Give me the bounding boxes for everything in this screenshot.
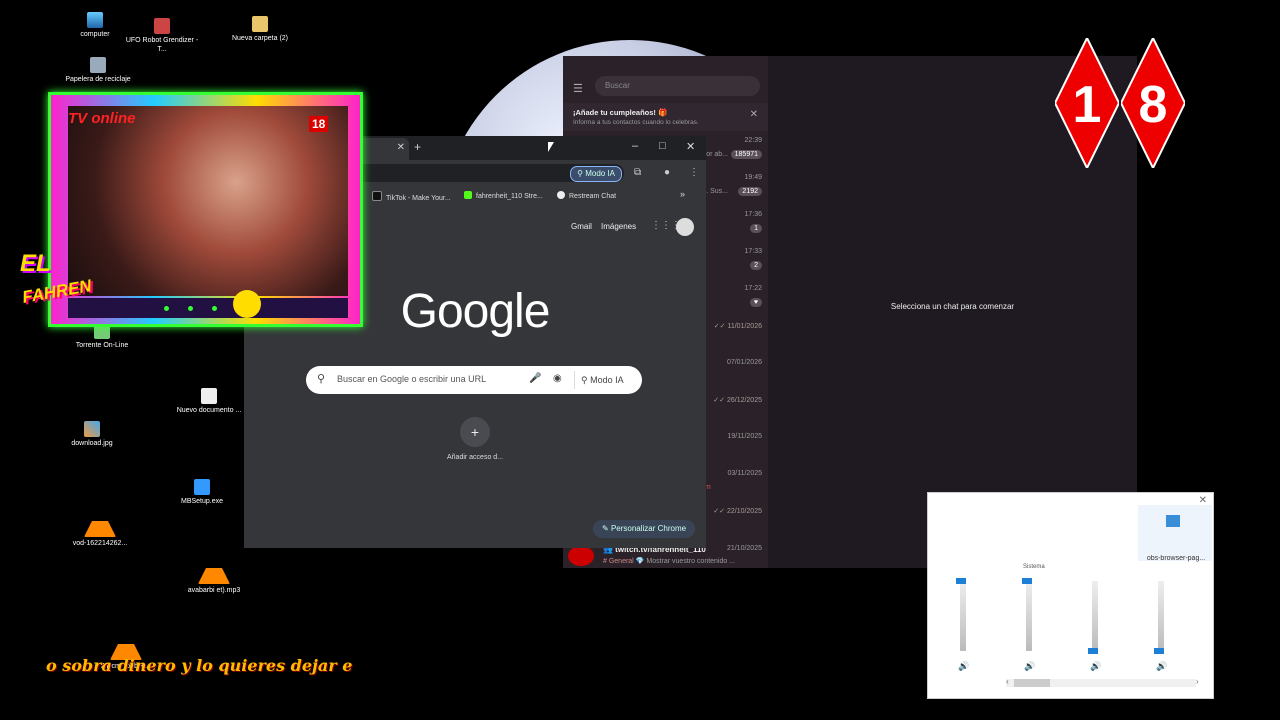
obs-app-icon	[1166, 515, 1180, 527]
search-input[interactable]: Buscar en Google o escribir una URL	[337, 374, 486, 384]
search-icon: ⚲	[317, 373, 326, 385]
close-window-button[interactable]: ✕	[686, 140, 695, 153]
close-tab-icon[interactable]: ✕	[397, 142, 405, 153]
mouse-cursor	[548, 142, 554, 152]
close-icon[interactable]: ✕	[750, 109, 758, 120]
desktop-icon-vod[interactable]: vod-162214262...	[60, 505, 140, 548]
lens-icon[interactable]: ◉	[553, 373, 562, 384]
folder-icon	[252, 16, 268, 32]
add-shortcut-label: Añadir acceso d...	[446, 454, 504, 461]
svg-text:1: 1	[1073, 76, 1102, 134]
volume-slider-thumb[interactable]	[956, 578, 966, 584]
birthday-banner[interactable]: ¡Añade tu cumpleaños! 🎁 Informa a tus co…	[563, 103, 768, 131]
add-shortcut-button[interactable]: +	[460, 417, 490, 447]
speaker-icon[interactable]: 🔊	[958, 661, 969, 672]
computer-icon	[87, 12, 103, 28]
menu-icon[interactable]: ☰	[573, 82, 583, 95]
recycle-bin-icon	[90, 57, 106, 73]
modo-ia-button[interactable]: ⚲ Modo IA	[570, 166, 622, 182]
kick-icon	[464, 191, 472, 199]
volume-mixer-window: ✕ obs-browser-pag... Sistema 🔊 🔊 🔊 🔊 ‹ ›	[927, 492, 1214, 699]
images-link[interactable]: Imágenes	[601, 222, 636, 231]
avatar	[568, 546, 594, 566]
unread-badge: 2192	[738, 187, 762, 196]
maximize-button[interactable]: □	[659, 140, 666, 152]
restream-icon	[557, 191, 565, 199]
pacman-dot	[212, 306, 217, 311]
mixer-app-obs[interactable]: obs-browser-pag...	[1138, 505, 1212, 562]
unread-badge: 1	[750, 224, 762, 233]
account-avatar[interactable]	[676, 218, 694, 236]
speaker-icon[interactable]: 🔊	[1024, 661, 1035, 672]
scrolling-ticker: o sobra dinero y lo quieres dejar e	[46, 656, 353, 675]
desktop-icon-mbsetup[interactable]: MBSetup.exe	[162, 479, 242, 506]
desktop-icon-nuevo-documento[interactable]: Nuevo documento ...	[169, 388, 249, 415]
more-bookmarks-button[interactable]: »	[680, 189, 685, 199]
document-icon	[201, 388, 217, 404]
google-search-box[interactable]: ⚲ Buscar en Google o escribir una URL 🎤 …	[306, 366, 642, 394]
heart-icon: ♥	[749, 298, 762, 307]
profile-avatar-icon[interactable]: ●	[664, 167, 670, 178]
empty-chat-message: Selecciona un chat para comenzar	[890, 302, 1015, 311]
microphone-icon[interactable]: 🎤	[529, 373, 541, 384]
svg-text:8: 8	[1139, 76, 1168, 134]
tiktok-icon	[372, 191, 382, 201]
volume-slider-thumb[interactable]	[1088, 648, 1098, 654]
scroll-right-icon[interactable]: ›	[1196, 677, 1199, 686]
bookmark-tiktok[interactable]: TikTok - Make Your...	[372, 191, 451, 202]
scroll-left-icon[interactable]: ‹	[1006, 677, 1009, 686]
vlc-icon	[84, 505, 116, 537]
scrollbar-thumb[interactable]	[1014, 679, 1050, 687]
speaker-icon[interactable]: 🔊	[1090, 661, 1101, 672]
unread-badge: 2	[750, 261, 762, 270]
volume-slider-thumb[interactable]	[1022, 578, 1032, 584]
volume-channel[interactable]: 🔊	[928, 577, 969, 697]
tv-online-text: TV online	[68, 110, 136, 127]
extensions-icon[interactable]: ⧉	[634, 167, 641, 178]
pacman-dot	[164, 306, 169, 311]
desktop-icon-papelera[interactable]: Papelera de reciclaje	[58, 57, 138, 84]
pacman-icon	[233, 290, 261, 318]
age-badge: 18	[309, 116, 329, 132]
gmail-link[interactable]: Gmail	[571, 222, 592, 231]
age-rating-digit-8: 8	[1121, 38, 1185, 168]
pacman-dot	[188, 306, 193, 311]
desktop-icon-download-jpg[interactable]: download.jpg	[52, 421, 132, 448]
vlc-icon	[198, 552, 230, 584]
age-rating-digit-1: 1	[1055, 38, 1119, 168]
bookmark-restream[interactable]: Restream Chat	[557, 191, 616, 200]
el-fahren-logo: EL FAHREN	[20, 250, 93, 307]
bookmark-kick[interactable]: fahrenheit_110 Stre...	[464, 191, 543, 200]
new-tab-button[interactable]: +	[414, 140, 421, 154]
apps-grid-icon[interactable]: ⋮⋮⋮	[651, 221, 681, 231]
minimize-button[interactable]: –	[632, 140, 638, 152]
desktop-icon-ufo-robot[interactable]: UFO Robot Grendizer - T...	[122, 18, 202, 54]
customize-chrome-button[interactable]: ✎ Personalizar Chrome	[593, 520, 696, 538]
image-file-icon	[84, 421, 100, 437]
desktop-icon-avabarbi[interactable]: avabarbi et).mp3	[174, 552, 254, 595]
volume-slider-thumb[interactable]	[1154, 648, 1164, 654]
kebab-menu-icon[interactable]: ⋮	[689, 167, 699, 178]
modo-ia-search-button[interactable]: ⚲ Modo IA	[574, 371, 630, 389]
desktop-icon-nueva-carpeta[interactable]: Nueva carpeta (2)	[220, 16, 300, 43]
video-file-icon	[154, 18, 170, 34]
unread-badge: 185971	[730, 150, 762, 159]
chat-search-input[interactable]: Buscar	[595, 76, 760, 96]
speaker-icon[interactable]: 🔊	[1156, 661, 1167, 672]
sistema-label: Sistema	[1023, 564, 1045, 570]
installer-icon	[194, 479, 210, 495]
